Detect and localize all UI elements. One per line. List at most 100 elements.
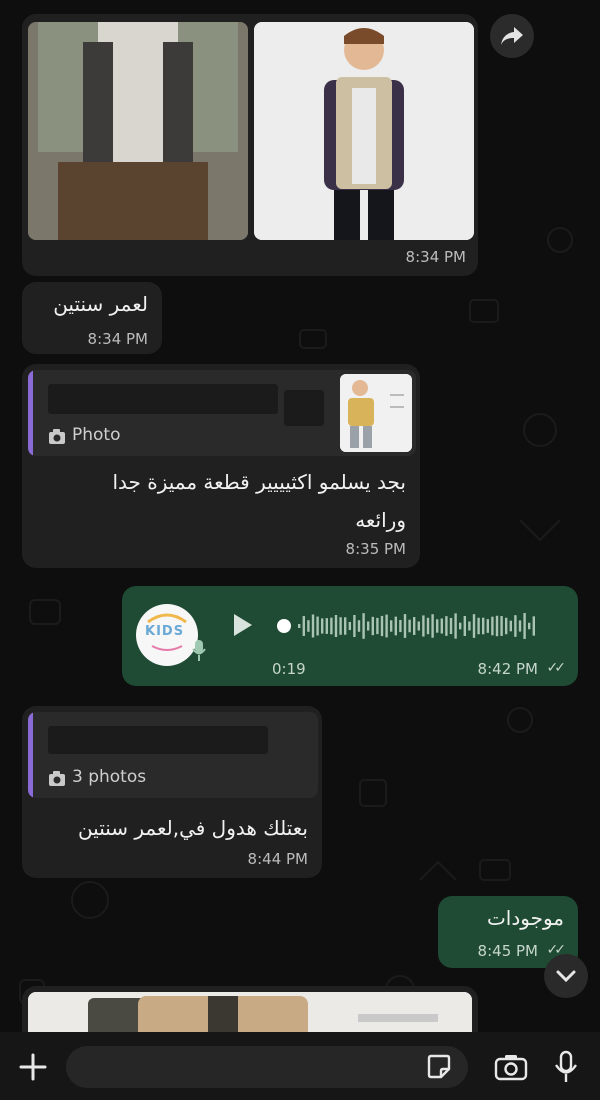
waveform-bar [472, 614, 476, 638]
waveform-bar [440, 618, 443, 634]
waveform-bar [321, 618, 324, 634]
waveform-bar [353, 615, 356, 637]
incoming-reply-message[interactable]: Photo بجد يسلمو اكثيييير قطعة مميزة جدا … [22, 364, 420, 568]
message-text-line-2: ورائعه [355, 508, 406, 532]
camera-icon [494, 1055, 528, 1081]
waveform-bar [422, 615, 425, 637]
message-time: 8:34 PM [87, 330, 148, 348]
waveform-bar [413, 617, 416, 635]
message-time: 8:34 PM [405, 248, 466, 266]
waveform-bar [394, 616, 397, 636]
waveform-bar [445, 616, 448, 636]
message-text: لعمر سنتين [53, 292, 148, 316]
waveform-bar [390, 620, 393, 632]
waveform-bar [399, 619, 402, 633]
quoted-message[interactable]: Photo [28, 370, 416, 456]
quote-accent-bar [28, 712, 33, 798]
waveform-bar [505, 617, 508, 635]
play-button[interactable] [228, 610, 256, 640]
waveform-bar [403, 614, 407, 638]
album-image-2[interactable] [254, 22, 474, 240]
camera-icon [49, 771, 65, 786]
quoted-thumbnail[interactable] [340, 374, 412, 452]
incoming-message[interactable]: لعمر سنتين 8:34 PM [22, 282, 162, 354]
waveform-bar [459, 622, 462, 630]
forward-icon [501, 27, 523, 45]
waveform-bar [468, 621, 471, 631]
voice-duration: 0:19 [272, 660, 306, 678]
play-icon [234, 614, 252, 636]
quote-accent-bar [28, 370, 33, 456]
waveform-bar [357, 620, 361, 632]
waveform-bar [482, 617, 485, 635]
waveform-bar [449, 617, 453, 635]
waveform-bar [523, 613, 526, 639]
waveform-bar [426, 617, 430, 635]
waveform-bar [532, 616, 535, 636]
waveform-bar [431, 614, 434, 638]
waveform-bar [514, 615, 517, 637]
waveform-bar [477, 617, 480, 635]
waveform-bar [298, 624, 301, 628]
playhead[interactable] [277, 619, 291, 633]
incoming-reply-message[interactable]: 3 photos بعتلك هدول في,لعمر سنتين 8:44 P… [22, 706, 322, 878]
waveform-bar [371, 616, 374, 636]
waveform-bar [367, 621, 370, 631]
mic-icon [555, 1050, 577, 1082]
message-time: 8:42 PM [477, 660, 538, 678]
waveform-bar [376, 617, 379, 635]
waveform-bar [385, 614, 388, 638]
redacted-sender-name [48, 384, 278, 414]
voice-waveform[interactable] [276, 606, 546, 646]
message-time: 8:45 PM [477, 942, 538, 960]
chevron-down-icon [556, 970, 576, 983]
waveform-bar [344, 617, 347, 635]
album-image-1[interactable] [28, 22, 248, 240]
voice-avatar[interactable]: KIDS [136, 604, 198, 666]
kids-logo-icon [147, 613, 187, 651]
waveform-bar [408, 619, 411, 633]
waveform-bar [495, 615, 499, 637]
waveform-bar [348, 621, 351, 631]
quote-label: 3 photos [72, 767, 147, 787]
waveform-bar [436, 619, 439, 633]
voice-record-button[interactable] [552, 1050, 580, 1086]
waveform-bar [417, 621, 420, 631]
album-bubble[interactable]: 8:34 PM [22, 14, 478, 276]
message-text: موجودات [486, 906, 564, 930]
redacted-mark [284, 390, 324, 426]
message-text: بعتلك هدول في,لعمر سنتين [77, 816, 308, 840]
waveform-bar [528, 622, 531, 630]
sticker-icon [427, 1054, 451, 1079]
message-time: 8:35 PM [345, 540, 406, 558]
camera-icon [49, 429, 65, 444]
waveform-bar [463, 616, 466, 636]
quote-label: Photo [72, 425, 121, 445]
quoted-message[interactable]: 3 photos [28, 712, 318, 798]
waveform-bar [334, 614, 338, 638]
read-receipt-icon: ✓✓ [546, 660, 567, 676]
waveform-bar [325, 618, 328, 634]
mic-icon [192, 640, 206, 661]
waveform-bar [500, 616, 503, 636]
waveform-bar [302, 616, 305, 636]
waveform-bar [307, 620, 310, 632]
plus-icon [19, 1053, 47, 1081]
redacted-sender-name [48, 726, 268, 754]
message-input[interactable] [66, 1046, 468, 1088]
waveform-bar [330, 617, 333, 635]
waveform-bar [486, 619, 489, 633]
attach-button[interactable] [16, 1050, 50, 1084]
forward-button[interactable] [490, 14, 534, 58]
waveform-bar [491, 616, 494, 636]
waveform-bar [311, 614, 315, 638]
waveform-bar [454, 613, 457, 639]
waveform-bar [518, 620, 522, 632]
waveform-bar [362, 613, 365, 639]
waveform-bar [509, 620, 512, 632]
camera-button[interactable] [494, 1052, 528, 1082]
waveform-bar [380, 615, 384, 637]
sticker-button[interactable] [424, 1052, 454, 1082]
scroll-to-bottom-button[interactable] [544, 954, 588, 998]
outgoing-voice-message[interactable]: KIDS 0:19 8:42 PM ✓✓ [122, 586, 578, 686]
